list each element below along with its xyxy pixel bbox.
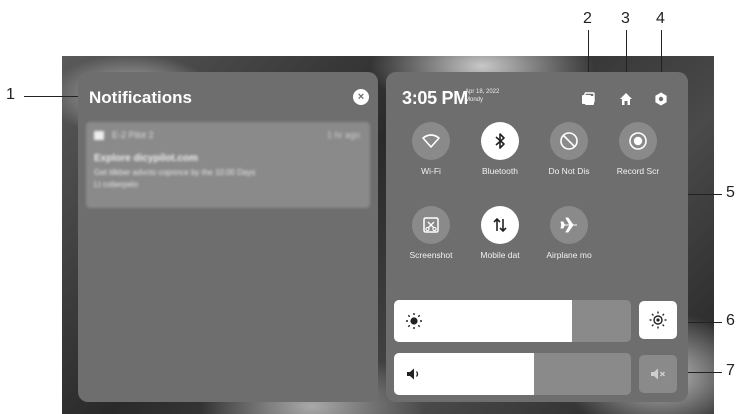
date-line-1: Apr 18, 2022	[465, 89, 500, 95]
tile-label: Do Not Dis	[548, 166, 590, 176]
tile-mobile-data[interactable]: Mobile dat	[474, 206, 526, 260]
brightness-icon	[406, 313, 422, 329]
notification-body-line-1: Get tilkber advcto copnnce by the 10:00 …	[94, 168, 256, 177]
notifications-title: Notifications	[89, 88, 192, 107]
mute-icon	[651, 368, 665, 380]
callout-4: 4	[656, 10, 665, 27]
tile-airplane-mode[interactable]: Airplane mo	[543, 206, 595, 260]
tile-label: Mobile dat	[480, 250, 520, 260]
notification-panel: Notifications × E-2 Pilot 2 1 hr ago Exp…	[78, 72, 378, 402]
notification-title: Explore dicypilot.com	[94, 153, 198, 164]
tile-do-not-disturb[interactable]: Do Not Dis	[543, 122, 595, 176]
brightness-slider[interactable]	[394, 300, 631, 342]
callout-1: 1	[6, 86, 15, 103]
notification-app-name: E-2 Pilot 2	[112, 130, 154, 140]
settings-icon[interactable]	[653, 91, 669, 107]
callout-2: 2	[583, 10, 592, 27]
callout-6: 6	[726, 312, 735, 329]
do-not-disturb-icon	[560, 132, 578, 150]
callout-7: 7	[726, 362, 735, 379]
tile-label: Airplane mo	[546, 250, 592, 260]
home-icon[interactable]	[618, 91, 634, 107]
tile-label: Screenshot	[409, 250, 453, 260]
control-center-panel: 3:05 PM Apr 18, 2022 Mondy Wi-Fi Bluetoo…	[386, 72, 688, 402]
multi-window-icon[interactable]	[580, 91, 596, 107]
screenshot-icon	[423, 217, 439, 233]
notification-time: 1 hr ago	[326, 130, 360, 140]
callout-3: 3	[621, 10, 630, 27]
screenshot-toggle[interactable]	[412, 206, 450, 244]
bluetooth-toggle[interactable]	[481, 122, 519, 160]
record-icon	[629, 132, 647, 150]
app-icon	[94, 131, 104, 140]
volume-slider[interactable]	[394, 353, 631, 395]
do-not-disturb-toggle[interactable]	[550, 122, 588, 160]
clock-time: 3:05 PM	[402, 88, 468, 108]
airplane-mode-toggle[interactable]	[550, 206, 588, 244]
callout-5: 5	[726, 184, 735, 201]
notification-card[interactable]: E-2 Pilot 2 1 hr ago Explore dicypilot.c…	[86, 122, 370, 208]
tile-wifi[interactable]: Wi-Fi	[405, 122, 457, 176]
clock-date: Apr 18, 2022 Mondy	[465, 88, 499, 104]
tile-label: Wi-Fi	[421, 166, 441, 176]
auto-brightness-icon	[649, 311, 667, 329]
tile-bluetooth[interactable]: Bluetooth	[474, 122, 526, 176]
tile-label: Record Scr	[616, 166, 660, 176]
record-screen-toggle[interactable]	[619, 122, 657, 160]
mobile-data-icon	[493, 217, 507, 233]
mute-button[interactable]	[639, 355, 677, 393]
notification-body-line-2: Lt coberpelo	[94, 180, 139, 189]
volume-icon	[407, 368, 419, 380]
airplane-icon	[560, 217, 577, 233]
wifi-icon	[422, 134, 440, 148]
tile-label: Bluetooth	[482, 166, 518, 176]
mobile-data-toggle[interactable]	[481, 206, 519, 244]
wifi-toggle[interactable]	[412, 122, 450, 160]
auto-brightness-button[interactable]	[639, 301, 677, 339]
clear-notifications-button[interactable]: ×	[353, 89, 369, 105]
bluetooth-icon	[495, 133, 505, 149]
tile-record-screen[interactable]: Record Scr	[612, 122, 664, 176]
date-line-2: Mondy	[465, 97, 484, 103]
tile-screenshot[interactable]: Screenshot	[405, 206, 457, 260]
callout-1-line	[24, 96, 84, 97]
